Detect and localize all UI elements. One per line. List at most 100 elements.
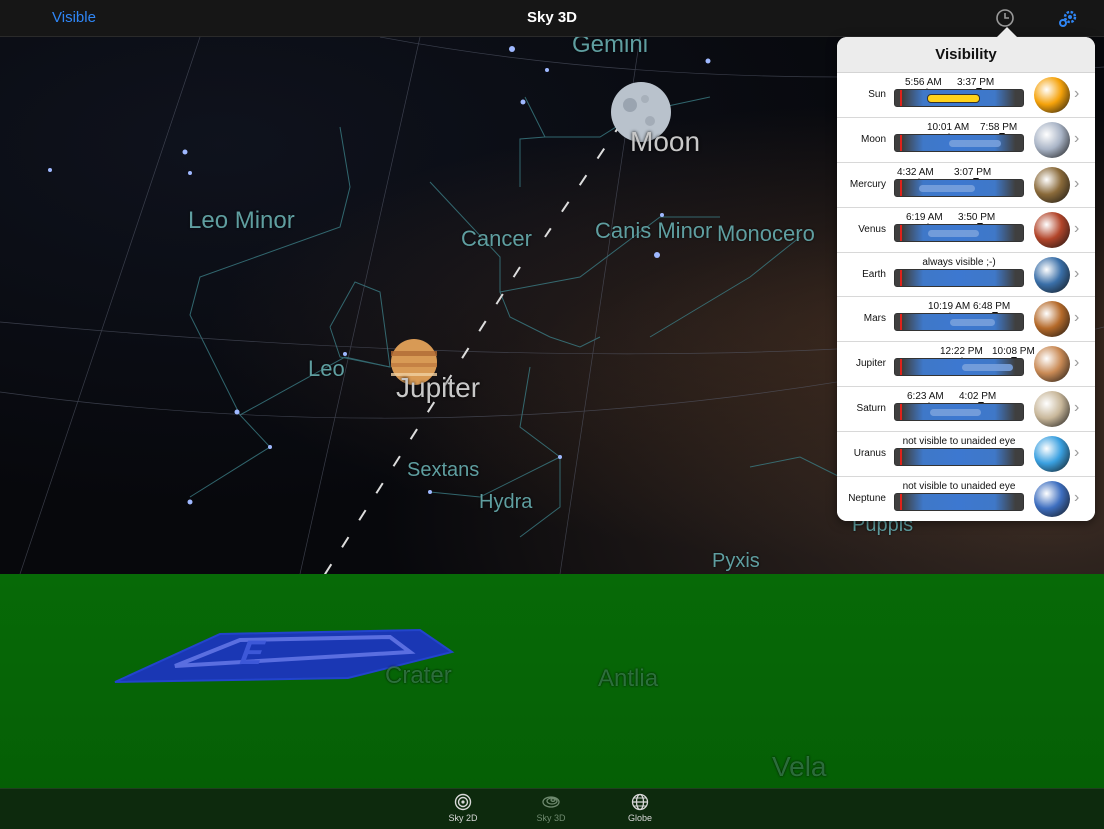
current-time-marker: [900, 134, 902, 151]
rise-time: 6:19 AM: [906, 211, 943, 223]
tab-sky-2d[interactable]: Sky 2D: [433, 793, 493, 823]
tab-label: Sky 2D: [448, 813, 478, 823]
set-time: 3:37 PM: [957, 77, 995, 88]
visibility-row-uranus[interactable]: Uranus not visible to unaided eye ›: [837, 432, 1095, 478]
constellation-label-monocero: Monocero: [717, 221, 815, 246]
visibility-row-venus[interactable]: Venus 6:19 AM 3:50 PM ›: [837, 207, 1095, 253]
visibility-row-neptune[interactable]: Neptune not visible to unaided eye ›: [837, 477, 1095, 521]
earth-icon: [1034, 256, 1070, 293]
chevron-right-icon: ›: [1074, 174, 1080, 192]
current-time-marker: [900, 269, 902, 286]
above-horizon-segment: [928, 229, 979, 237]
visibility-note: not visible to unaided eye: [902, 481, 1016, 493]
visibility-row-moon[interactable]: Moon 10:01 AM 7:58 PM ›: [837, 117, 1095, 163]
moon-icon: [1034, 121, 1070, 158]
popover-arrow: [997, 27, 1017, 37]
constellation-label-canis-minor: Canis Minor: [595, 218, 713, 243]
body-name: Earth: [862, 268, 886, 280]
chevron-right-icon: ›: [1074, 489, 1080, 507]
constellation-label-gemini: Gemini: [572, 37, 649, 58]
jupiter-icon: [1034, 346, 1070, 383]
body-name: Mars: [863, 313, 886, 325]
set-time: 7:58 PM: [980, 121, 1018, 133]
body-name: Venus: [858, 223, 886, 235]
above-horizon-segment: [930, 409, 981, 417]
visibility-row-mercury[interactable]: Mercury 4:32 AM 3:07 PM ›: [837, 162, 1095, 208]
current-time-marker: [900, 494, 902, 511]
current-time-marker: [900, 314, 902, 331]
visibility-row-jupiter[interactable]: Jupiter 12:22 PM 10:08 PM ›: [837, 342, 1095, 388]
sun-icon: [1034, 77, 1070, 113]
set-time: 3:50 PM: [958, 211, 996, 223]
visibility-timeline-bar: [894, 89, 1024, 107]
current-time-marker: [900, 90, 902, 106]
body-name: Sun: [868, 89, 886, 100]
body-name: Jupiter: [855, 358, 886, 370]
visibility-row-saturn[interactable]: Saturn 6:23 AM 4:02 PM ›: [837, 387, 1095, 433]
visibility-popover: Visibility Sun 5:56 AM 3:37 PM › Moon 10:01 A…: [837, 37, 1095, 521]
above-horizon-segment: [962, 364, 1013, 372]
constellation-label-crater: Crater: [385, 662, 452, 689]
rise-time: 6:23 AM: [907, 391, 944, 403]
visibility-row-mars[interactable]: Mars 10:19 AM 6:48 PM ›: [837, 297, 1095, 343]
constellation-label-vela: Vela: [772, 751, 827, 782]
saturn-icon: [1034, 391, 1070, 428]
above-horizon-segment: [927, 94, 980, 103]
constellation-label-pyxis: Pyxis: [712, 550, 760, 572]
chevron-right-icon: ›: [1074, 399, 1080, 417]
tab-globe[interactable]: Globe: [610, 793, 670, 823]
clock-icon[interactable]: [995, 8, 1015, 28]
visibility-timeline-bar: [894, 358, 1024, 377]
tab-bar: Sky 2D Sky 3D Globe: [0, 788, 1104, 829]
visibility-list: Sun 5:56 AM 3:37 PM › Moon 10:01 AM 7:58 PM › Me…: [837, 73, 1095, 521]
visibility-note: always visible ;-): [922, 256, 996, 268]
rise-time: 12:22 PM: [940, 346, 983, 358]
horizon-ground[interactable]: E Crater Antlia Vela: [0, 574, 1104, 788]
chevron-right-icon: ›: [1074, 444, 1080, 462]
globe-icon: [631, 793, 649, 811]
neptune-icon: [1034, 481, 1070, 518]
body-name: Moon: [860, 133, 886, 145]
current-time-marker: [900, 449, 902, 466]
set-time: 6:48 PM: [973, 301, 1011, 313]
planet-label-moon[interactable]: Moon: [630, 126, 700, 158]
set-time: 4:02 PM: [959, 391, 997, 403]
constellation-label-leo: Leo: [308, 356, 345, 381]
target-icon: [454, 793, 472, 811]
above-horizon-segment: [950, 319, 995, 327]
mars-icon: [1034, 301, 1070, 338]
constellation-label-antlia: Antlia: [598, 665, 659, 692]
set-time: 3:07 PM: [954, 166, 992, 178]
current-time-marker: [900, 404, 902, 421]
chevron-right-icon: ›: [1074, 264, 1080, 282]
gear-settings-icon[interactable]: [1058, 8, 1078, 28]
visibility-timeline-bar: [894, 178, 1024, 197]
tab-label: Sky 3D: [536, 813, 566, 823]
body-name: Uranus: [853, 448, 886, 460]
visibility-timeline-bar: [894, 223, 1024, 242]
visibility-timeline-bar: [894, 268, 1024, 287]
chevron-right-icon: ›: [1074, 129, 1080, 147]
spiral-icon: [542, 796, 560, 808]
chevron-right-icon: ›: [1074, 354, 1080, 372]
current-time-marker: [900, 224, 902, 241]
planet-label-jupiter[interactable]: Jupiter: [396, 372, 480, 404]
navigation-bar: Visible Sky 3D: [0, 0, 1104, 37]
rise-time: 10:19 AM: [928, 301, 971, 313]
visibility-row-earth[interactable]: Earth always visible ;-) ›: [837, 252, 1095, 298]
current-time-marker: [900, 179, 902, 196]
chevron-right-icon: ›: [1074, 85, 1080, 102]
body-name: Mercury: [849, 178, 886, 190]
rise-time: 4:32 AM: [897, 166, 934, 178]
set-time: 10:08 PM: [992, 346, 1035, 358]
tab-label: Globe: [627, 813, 653, 823]
venus-icon: [1034, 211, 1070, 248]
mercury-icon: [1034, 166, 1070, 203]
body-name: Neptune: [848, 493, 886, 505]
visibility-timeline-bar: [894, 448, 1024, 467]
constellation-label-hydra: Hydra: [479, 491, 533, 513]
visibility-timeline-bar: [894, 133, 1024, 152]
visibility-row-sun[interactable]: Sun 5:56 AM 3:37 PM ›: [837, 73, 1095, 118]
compass-marker: E: [114, 628, 455, 683]
tab-sky-3d[interactable]: Sky 3D: [521, 793, 581, 823]
